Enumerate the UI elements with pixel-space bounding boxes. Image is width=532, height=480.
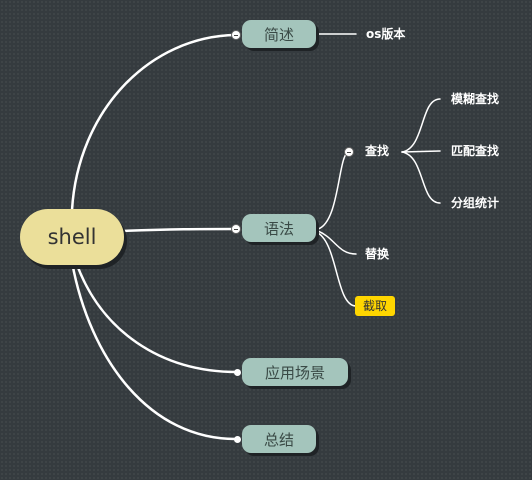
root-label: shell [47,225,97,249]
branch-label: 总结 [263,430,294,449]
connector-dot-zongjie-icon [234,436,241,443]
leaf-node-mohu-chazhao[interactable]: 模糊查找 [451,91,499,107]
leaf-node-os-version[interactable]: os版本 [366,26,405,42]
link-root-jianshu [70,33,238,212]
leaf-node-tihuan[interactable]: 替换 [365,246,389,262]
branch-node-zongjie[interactable]: 总结 [242,425,316,453]
leaf-node-chazhao[interactable]: 查找 [365,143,389,159]
connector-dot-yingyong-icon [234,369,241,376]
link-root-yufa [120,227,238,233]
branch-label: 简述 [263,25,294,44]
leaf-node-jiequ-highlighted[interactable]: 截取 [355,296,396,316]
leaf-node-fenzu-tongji[interactable]: 分组统计 [451,195,499,211]
branch-node-yingyong-changjing[interactable]: 应用场景 [242,358,348,386]
branch-node-jianshu[interactable]: 简述 [242,20,316,48]
link-yufa-jiequ [317,232,357,307]
link-root-yingyong [74,260,239,374]
collapse-chazhao-icon[interactable] [344,147,354,157]
link-yufa-tihuan [317,230,357,255]
link-chazhao-mohu [401,98,441,153]
branch-node-yufa[interactable]: 语法 [242,214,316,242]
branch-label: 应用场景 [264,363,325,382]
root-node-shell[interactable]: shell [20,209,124,265]
link-root-zongjie [70,260,239,441]
link-chazhao-fenzu [401,151,441,204]
collapse-jianshu-icon[interactable] [231,30,241,40]
link-chazhao-pipei [401,150,441,153]
collapse-yufa-icon[interactable] [231,224,241,234]
link-yufa-chazhao [317,151,350,230]
leaf-node-pipei-chazhao[interactable]: 匹配查找 [451,143,499,159]
branch-label: 语法 [263,219,294,238]
